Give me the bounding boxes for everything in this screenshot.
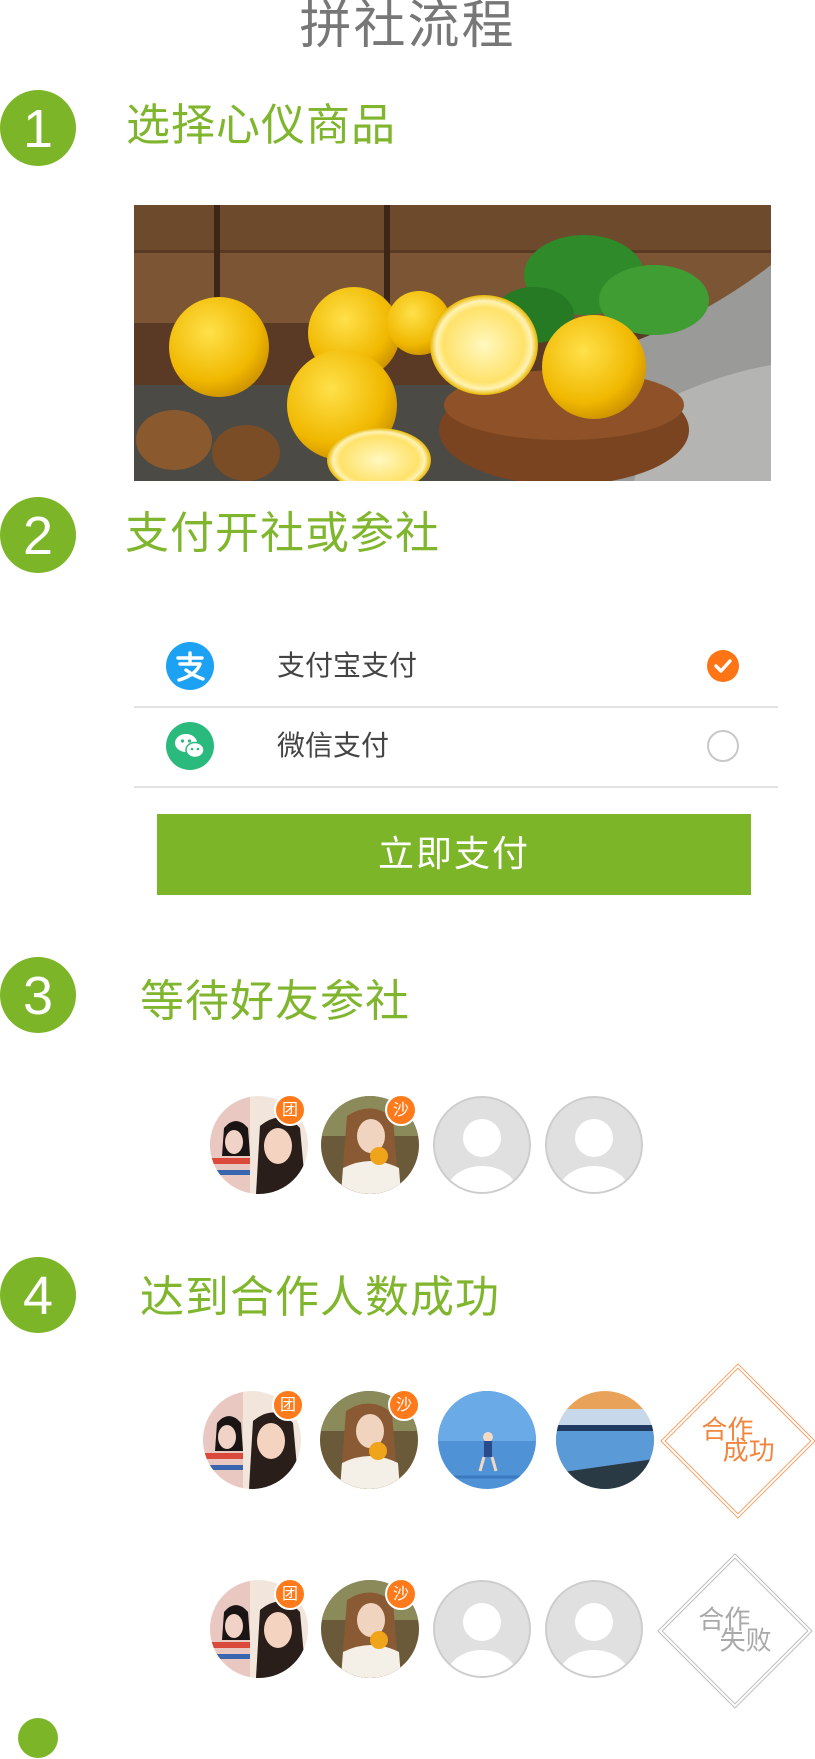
step-dot xyxy=(18,1718,58,1758)
radio-unchecked-icon[interactable] xyxy=(707,730,739,762)
payment-option-wechat[interactable]: 微信支付 xyxy=(134,706,778,788)
step-number-3: 3 xyxy=(0,957,76,1033)
stamp-text: 成功 xyxy=(722,1436,775,1467)
step-title-1: 选择心仪商品 xyxy=(126,100,396,151)
empty-avatar xyxy=(545,1096,643,1194)
wechat-icon xyxy=(166,722,214,770)
step-number-4: 4 xyxy=(0,1257,76,1333)
fail-stamp: 合作 失败 xyxy=(657,1553,813,1709)
member-badge: 沙 xyxy=(385,1094,417,1126)
leader-badge: 团 xyxy=(274,1578,306,1610)
empty-avatar xyxy=(545,1580,643,1678)
wechat-label: 微信支付 xyxy=(277,729,390,762)
stamp-text: 失败 xyxy=(719,1626,772,1657)
step-number-1: 1 xyxy=(0,90,76,166)
payment-option-alipay[interactable]: 支付宝支付 xyxy=(134,626,778,708)
success-stamp: 合作 成功 xyxy=(660,1363,815,1519)
product-image[interactable] xyxy=(134,205,771,481)
leader-badge: 团 xyxy=(272,1389,304,1421)
alipay-icon xyxy=(166,642,214,690)
member-badge: 沙 xyxy=(388,1389,420,1421)
leader-badge: 团 xyxy=(274,1094,306,1126)
step-number-2: 2 xyxy=(0,497,76,573)
page-title: 拼社流程 xyxy=(299,0,516,56)
step-title-3: 等待好友参社 xyxy=(140,976,410,1027)
step-title-4: 达到合作人数成功 xyxy=(140,1272,500,1323)
radio-checked-icon[interactable] xyxy=(707,650,739,682)
avatar xyxy=(438,1391,536,1489)
pay-now-button[interactable]: 立即支付 xyxy=(157,814,751,895)
step-title-2: 支付开社或参社 xyxy=(125,508,440,559)
alipay-label: 支付宝支付 xyxy=(277,649,418,682)
member-badge: 沙 xyxy=(385,1578,417,1610)
empty-avatar xyxy=(433,1580,531,1678)
empty-avatar xyxy=(433,1096,531,1194)
avatar xyxy=(556,1391,654,1489)
